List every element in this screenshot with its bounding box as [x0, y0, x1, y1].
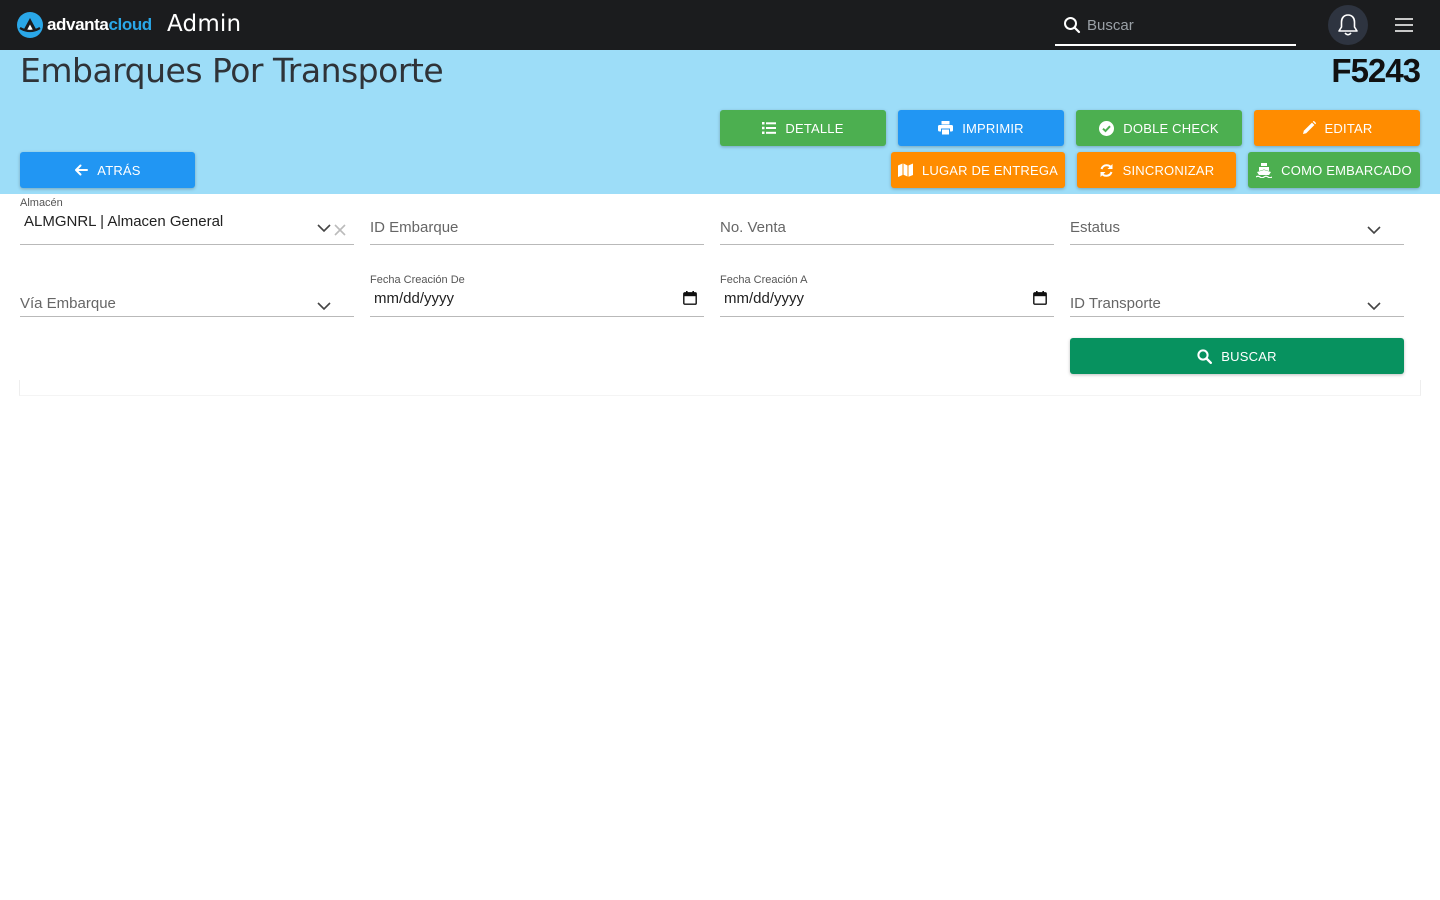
page-title: Embarques Por Transporte	[20, 51, 444, 90]
almacen-select[interactable]: Almacén ALMGNRL | Almacen General	[20, 197, 354, 245]
global-search	[1055, 8, 1296, 46]
clear-icon[interactable]	[334, 224, 346, 236]
fecha-creacion-a-label: Fecha Creación A	[720, 274, 808, 286]
search-icon	[1197, 348, 1213, 364]
fecha-creacion-a-value: mm/dd/yyyy	[724, 290, 805, 307]
buscar-label: BUSCAR	[1221, 348, 1277, 364]
top-navbar: advantacloud Admin	[0, 0, 1440, 50]
detalle-label: DETALLE	[785, 120, 844, 136]
ship-icon	[1256, 162, 1273, 178]
atras-label: ATRÁS	[97, 162, 141, 178]
logo[interactable]: advantacloud	[16, 11, 152, 39]
estatus-select[interactable]: Estatus	[1070, 197, 1404, 245]
atras-button[interactable]: ATRÁS	[20, 152, 195, 188]
imprimir-label: IMPRIMIR	[962, 120, 1024, 136]
logo-text: advantacloud	[47, 15, 152, 34]
imprimir-button[interactable]: IMPRIMIR	[898, 110, 1064, 146]
lugar-entrega-button[interactable]: LUGAR DE ENTREGA	[891, 152, 1065, 188]
via-embarque-select[interactable]: Vía Embarque	[20, 269, 354, 317]
advantacloud-logo-icon	[17, 12, 43, 38]
fecha-creacion-de-label: Fecha Creación De	[370, 274, 465, 286]
fecha-creacion-a-input[interactable]: Fecha Creación A mm/dd/yyyy	[720, 269, 1054, 317]
printer-icon	[938, 121, 954, 135]
id-embarque-input[interactable]: ID Embarque	[370, 197, 704, 245]
almacen-value: ALMGNRL | Almacen General	[24, 213, 224, 230]
arrow-left-icon	[75, 164, 89, 176]
page-code: F5243	[1331, 52, 1421, 89]
no-venta-input[interactable]: No. Venta	[720, 197, 1054, 245]
search-input[interactable]	[1087, 12, 1287, 38]
check-circle-icon	[1099, 120, 1115, 136]
doble-check-label: DOBLE CHECK	[1123, 120, 1219, 136]
chevron-down-icon[interactable]	[317, 223, 331, 233]
id-transporte-select[interactable]: ID Transporte	[1070, 269, 1404, 317]
fecha-creacion-de-value: mm/dd/yyyy	[374, 290, 455, 307]
hamburger-menu-icon[interactable]	[1394, 17, 1414, 33]
almacen-label: Almacén	[20, 197, 63, 209]
fecha-creacion-de-input[interactable]: Fecha Creación De mm/dd/yyyy	[370, 269, 704, 317]
via-embarque-placeholder: Vía Embarque	[20, 295, 116, 312]
search-icon	[1064, 17, 1081, 34]
chevron-down-icon[interactable]	[1367, 225, 1381, 235]
detalle-button[interactable]: DETALLE	[720, 110, 886, 146]
no-venta-placeholder: No. Venta	[720, 219, 786, 236]
pencil-icon	[1302, 121, 1316, 134]
app-title: Admin	[167, 11, 242, 37]
sync-icon	[1100, 163, 1113, 177]
id-transporte-placeholder: ID Transporte	[1070, 295, 1161, 312]
sincronizar-label: SINCRONIZAR	[1122, 162, 1215, 178]
calendar-icon[interactable]	[683, 291, 697, 305]
id-embarque-placeholder: ID Embarque	[370, 219, 459, 236]
chevron-down-icon[interactable]	[1367, 301, 1381, 311]
list-icon	[762, 122, 777, 134]
como-embarcado-label: COMO EMBARCADO	[1281, 162, 1412, 178]
lugar-entrega-label: LUGAR DE ENTREGA	[921, 162, 1059, 178]
calendar-icon[interactable]	[1033, 291, 1047, 305]
bell-icon	[1338, 14, 1358, 36]
map-icon	[897, 163, 913, 177]
sincronizar-button[interactable]: SINCRONIZAR	[1077, 152, 1236, 188]
como-embarcado-button[interactable]: COMO EMBARCADO	[1248, 152, 1420, 188]
editar-button[interactable]: EDITAR	[1254, 110, 1420, 146]
notifications-button[interactable]	[1328, 5, 1368, 45]
editar-label: EDITAR	[1324, 120, 1373, 136]
chevron-down-icon[interactable]	[317, 301, 331, 311]
estatus-placeholder: Estatus	[1070, 219, 1121, 236]
doble-check-button[interactable]: DOBLE CHECK	[1076, 110, 1242, 146]
buscar-button[interactable]: BUSCAR	[1070, 338, 1404, 374]
form-card-edge	[19, 380, 1421, 396]
